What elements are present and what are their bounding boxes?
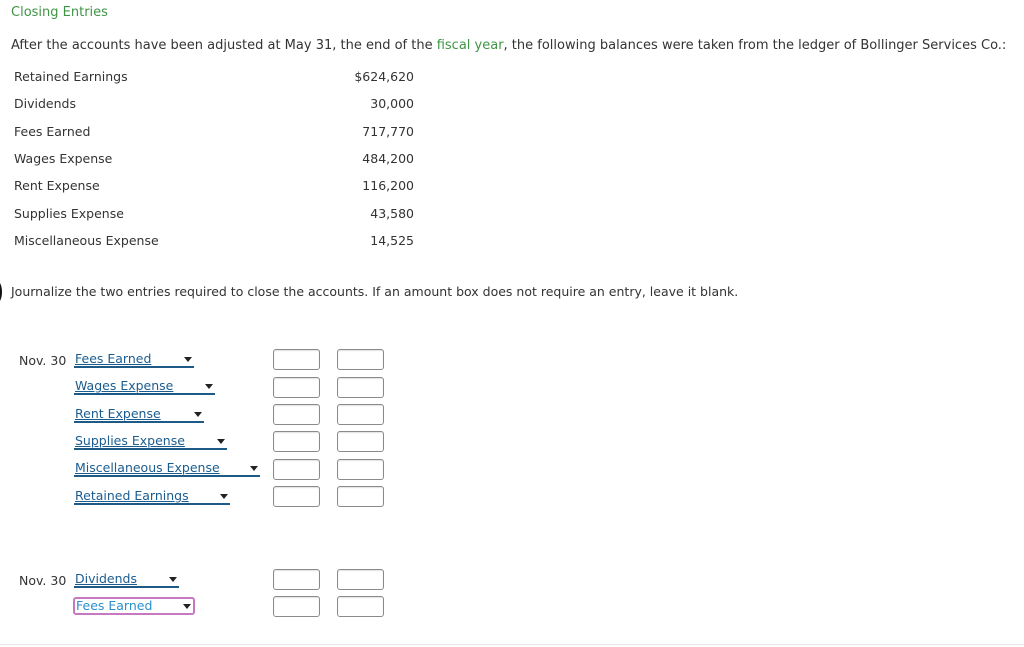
dropdown-arrow-icon: [194, 412, 202, 417]
account-select-value: Miscellaneous Expense: [75, 460, 220, 475]
balance-row: Dividends 30,000: [14, 96, 414, 116]
balance-amount: $624,620: [354, 69, 414, 84]
balance-row: Retained Earnings $624,620: [14, 69, 414, 89]
debit-input[interactable]: [273, 569, 320, 590]
account-select-value: Wages Expense: [75, 378, 174, 393]
balance-row: Fees Earned 717,770: [14, 124, 414, 144]
account-select-value: Dividends: [75, 571, 137, 586]
account-select[interactable]: Rent Expense: [74, 407, 204, 423]
balance-row: Rent Expense 116,200: [14, 178, 414, 198]
dropdown-arrow-icon: [217, 439, 225, 444]
balance-account: Miscellaneous Expense: [14, 233, 159, 248]
account-select-value: Supplies Expense: [75, 433, 185, 448]
balance-row: Supplies Expense 43,580: [14, 206, 414, 226]
account-select[interactable]: Dividends: [74, 572, 179, 588]
debit-input[interactable]: [273, 349, 320, 370]
balance-amount: 116,200: [362, 178, 414, 193]
account-select-value: Rent Expense: [75, 406, 161, 421]
credit-input[interactable]: [337, 596, 384, 617]
account-select-value: Fees Earned: [76, 598, 153, 613]
account-select-value: Retained Earnings: [75, 488, 189, 503]
balance-row: Wages Expense 484,200: [14, 151, 414, 171]
dropdown-arrow-icon: [205, 384, 213, 389]
credit-input[interactable]: [337, 431, 384, 452]
intro-before: After the accounts have been adjusted at…: [11, 38, 437, 53]
balance-amount: 14,525: [370, 233, 414, 248]
balance-account: Supplies Expense: [14, 206, 124, 221]
balance-account: Fees Earned: [14, 124, 91, 139]
credit-input[interactable]: [337, 377, 384, 398]
entry-date: Nov. 30: [19, 353, 67, 368]
balance-amount: 30,000: [370, 96, 414, 111]
account-select[interactable]: Retained Earnings: [74, 489, 230, 505]
account-select[interactable]: Wages Expense: [74, 379, 215, 395]
debit-input[interactable]: [273, 596, 320, 617]
bottom-divider: [0, 644, 1024, 645]
balance-account: Retained Earnings: [14, 69, 128, 84]
balance-account: Dividends: [14, 96, 76, 111]
intro-text: After the accounts have been adjusted at…: [11, 38, 1006, 53]
question-marker-icon: [0, 280, 2, 304]
instructions-text: Journalize the two entries required to c…: [11, 284, 739, 299]
account-select-focused[interactable]: Fees Earned: [73, 597, 195, 615]
intro-after: , the following balances were taken from…: [503, 38, 1007, 53]
account-select-value: Fees Earned: [75, 351, 152, 366]
credit-input[interactable]: [337, 349, 384, 370]
debit-input[interactable]: [273, 431, 320, 452]
balance-account: Wages Expense: [14, 151, 113, 166]
credit-input[interactable]: [337, 486, 384, 507]
account-select[interactable]: Supplies Expense: [74, 434, 227, 450]
dropdown-arrow-icon: [169, 577, 177, 582]
account-select[interactable]: Fees Earned: [74, 352, 194, 368]
balance-amount: 717,770: [362, 124, 414, 139]
dropdown-arrow-icon: [183, 604, 191, 609]
account-select[interactable]: Miscellaneous Expense: [74, 461, 260, 477]
fiscal-year-link[interactable]: fiscal year: [437, 38, 504, 53]
balance-amount: 484,200: [362, 151, 414, 166]
section-title: Closing Entries: [11, 5, 108, 20]
dropdown-arrow-icon: [250, 466, 258, 471]
balance-row: Miscellaneous Expense 14,525: [14, 233, 414, 253]
debit-input[interactable]: [273, 404, 320, 425]
entry-date: Nov. 30: [19, 573, 67, 588]
debit-input[interactable]: [273, 459, 320, 480]
balance-amount: 43,580: [370, 206, 414, 221]
debit-input[interactable]: [273, 486, 320, 507]
balance-account: Rent Expense: [14, 178, 100, 193]
credit-input[interactable]: [337, 404, 384, 425]
dropdown-arrow-icon: [220, 494, 228, 499]
debit-input[interactable]: [273, 377, 320, 398]
credit-input[interactable]: [337, 459, 384, 480]
dropdown-arrow-icon: [184, 357, 192, 362]
credit-input[interactable]: [337, 569, 384, 590]
